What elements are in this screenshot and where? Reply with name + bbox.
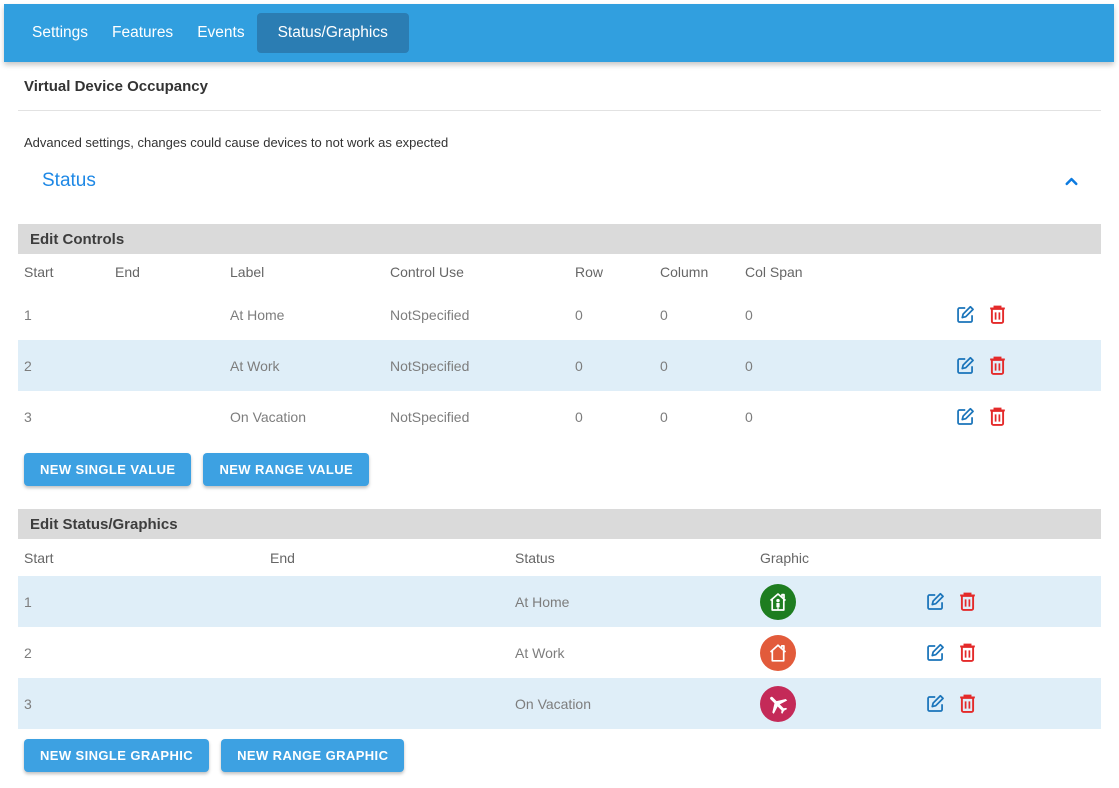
page-title: Virtual Device Occupancy [18, 78, 1101, 95]
cell-col-span: 0 [739, 409, 949, 425]
cell-column: 0 [654, 409, 739, 425]
table-row: 2 At Work NotSpecified 0 0 0 [18, 340, 1101, 391]
cell-status: At Home [509, 594, 754, 610]
edit-icon[interactable] [955, 304, 976, 325]
cell-column: 0 [654, 307, 739, 323]
table-row: 1 At Home NotSpecified 0 0 0 [18, 289, 1101, 340]
new-single-graphic-button[interactable]: NEW SINGLE GRAPHIC [24, 739, 209, 772]
delete-icon[interactable] [958, 591, 977, 612]
cell-col-span: 0 [739, 358, 949, 374]
tab-settings[interactable]: Settings [20, 14, 100, 52]
col-header-col-span: Col Span [739, 264, 949, 280]
cell-start: 2 [18, 645, 264, 661]
edit-status-graphics-section: Edit Status/Graphics Start End Status Gr… [18, 509, 1101, 772]
cell-row: 0 [569, 409, 654, 425]
status-section-label: Status [42, 170, 96, 192]
controls-table-header: Start End Label Control Use Row Column C… [18, 254, 1101, 289]
edit-icon[interactable] [955, 355, 976, 376]
col-header-row: Row [569, 264, 654, 280]
edit-controls-section: Edit Controls Start End Label Control Us… [18, 224, 1101, 486]
edit-icon[interactable] [925, 642, 946, 663]
delete-icon[interactable] [988, 406, 1007, 427]
tab-events[interactable]: Events [185, 14, 256, 52]
cell-label: On Vacation [224, 409, 384, 425]
delete-icon[interactable] [988, 355, 1007, 376]
cell-row: 0 [569, 358, 654, 374]
cell-control-use: NotSpecified [384, 358, 569, 374]
cell-control-use: NotSpecified [384, 307, 569, 323]
chevron-up-icon[interactable] [1062, 172, 1081, 191]
advanced-settings-warning: Advanced settings, changes could cause d… [18, 135, 1101, 150]
top-nav-bar: Settings Features Events Status/Graphics [4, 4, 1114, 62]
table-row: 3 On Vacation [18, 678, 1101, 729]
cell-start: 2 [18, 358, 109, 374]
tab-features[interactable]: Features [100, 14, 185, 52]
house-person-icon [760, 584, 796, 620]
col-header-end: End [109, 264, 224, 280]
delete-icon[interactable] [958, 693, 977, 714]
new-range-value-button[interactable]: NEW RANGE VALUE [203, 453, 369, 486]
table-row: 3 On Vacation NotSpecified 0 0 0 [18, 391, 1101, 442]
cell-status: On Vacation [509, 696, 754, 712]
cell-column: 0 [654, 358, 739, 374]
col-header-start: Start [18, 264, 109, 280]
new-single-value-button[interactable]: NEW SINGLE VALUE [24, 453, 191, 486]
cell-start: 1 [18, 307, 109, 323]
table-row: 2 At Work [18, 627, 1101, 678]
edit-icon[interactable] [925, 693, 946, 714]
col-header-start: Start [18, 550, 264, 566]
table-row: 1 At Home [18, 576, 1101, 627]
cell-control-use: NotSpecified [384, 409, 569, 425]
cell-label: At Work [224, 358, 384, 374]
cell-row: 0 [569, 307, 654, 323]
col-header-status: Status [509, 550, 754, 566]
delete-icon[interactable] [958, 642, 977, 663]
cell-status: At Work [509, 645, 754, 661]
edit-icon[interactable] [955, 406, 976, 427]
airplane-icon [760, 686, 796, 722]
new-range-graphic-button[interactable]: NEW RANGE GRAPHIC [221, 739, 404, 772]
col-header-graphic: Graphic [754, 550, 919, 566]
cell-col-span: 0 [739, 307, 949, 323]
cell-start: 3 [18, 409, 109, 425]
cell-start: 1 [18, 594, 264, 610]
status-collapse-header: Status [18, 168, 1101, 194]
edit-status-graphics-title: Edit Status/Graphics [18, 509, 1101, 539]
divider [18, 110, 1101, 111]
col-header-end: End [264, 550, 509, 566]
delete-icon[interactable] [988, 304, 1007, 325]
edit-icon[interactable] [925, 591, 946, 612]
col-header-control-use: Control Use [384, 264, 569, 280]
graphics-table-header: Start End Status Graphic [18, 539, 1101, 576]
col-header-label: Label [224, 264, 384, 280]
house-icon [760, 635, 796, 671]
edit-controls-title: Edit Controls [18, 224, 1101, 254]
col-header-column: Column [654, 264, 739, 280]
cell-label: At Home [224, 307, 384, 323]
tab-status-graphics[interactable]: Status/Graphics [257, 13, 409, 53]
cell-start: 3 [18, 696, 264, 712]
